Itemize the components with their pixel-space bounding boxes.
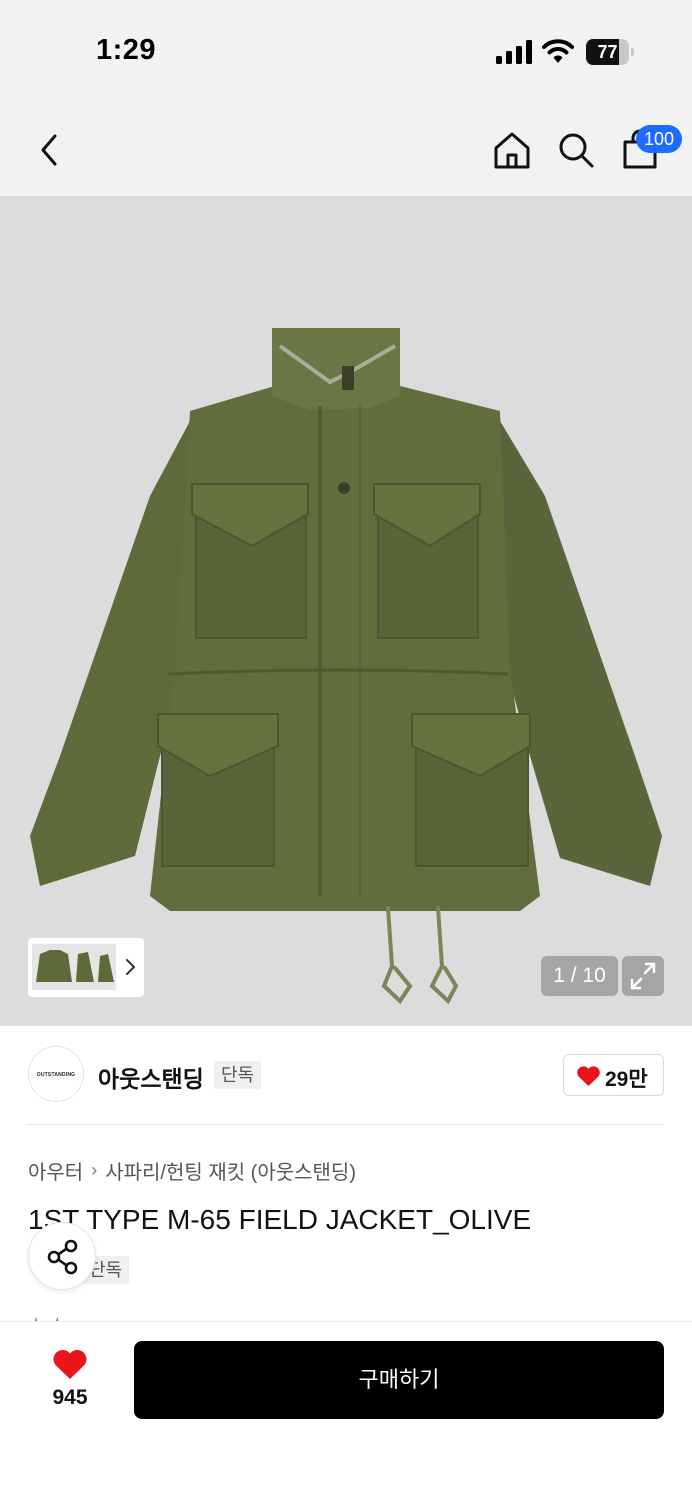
- battery-body: 77: [586, 39, 629, 65]
- chevron-right-icon[interactable]: [124, 958, 136, 976]
- cart-count-badge: 100: [636, 125, 683, 153]
- brand-like-button[interactable]: 29만: [563, 1054, 664, 1096]
- breadcrumb: 아우터 › 사파리/헌팅 재킷 (아웃스탠딩): [28, 1155, 356, 1185]
- product-image-gallery[interactable]: 1 / 10: [0, 196, 692, 1026]
- thumbnail-jacket-image: [98, 954, 114, 982]
- thumbnail-strip[interactable]: [28, 938, 144, 997]
- status-time: 1:29: [96, 34, 157, 66]
- search-icon[interactable]: [556, 130, 596, 170]
- product-image: [0, 196, 692, 1026]
- image-counter: 1 / 10: [541, 956, 618, 996]
- expand-icon: [630, 962, 656, 990]
- brand-logo[interactable]: OUTSTANDING: [28, 1046, 84, 1102]
- brand-like-count: 29만: [605, 1068, 648, 1091]
- battery-indicator: 77: [586, 39, 634, 65]
- breadcrumb-separator: ›: [91, 1159, 98, 1180]
- share-icon: [47, 1239, 78, 1275]
- thumbnail-jacket-image: [36, 950, 72, 982]
- wishlist-count: 945: [52, 1386, 88, 1409]
- battery-level: 77: [597, 42, 618, 62]
- product-title: 1ST TYPE M-65 FIELD JACKET_OLIVE: [28, 1204, 532, 1235]
- thumbnail-image[interactable]: [32, 944, 76, 990]
- heart-icon: [577, 1066, 600, 1086]
- thumbnail-image[interactable]: [96, 944, 116, 990]
- battery-cap: [631, 48, 634, 56]
- breadcrumb-subcategory[interactable]: 사파리/헌팅 재킷 (아웃스탠딩): [105, 1156, 356, 1185]
- breadcrumb-category[interactable]: 아우터: [28, 1156, 83, 1185]
- share-button[interactable]: [28, 1222, 96, 1290]
- wishlist-heart-icon[interactable]: [52, 1348, 88, 1380]
- signal-icon: [496, 40, 532, 64]
- thumbnail-image[interactable]: [74, 944, 96, 990]
- brand-name[interactable]: 아웃스탠딩: [98, 1060, 204, 1094]
- home-icon[interactable]: [492, 130, 532, 170]
- thumbnail-jacket-image: [76, 952, 94, 982]
- back-icon[interactable]: [36, 132, 62, 168]
- expand-button[interactable]: [622, 956, 664, 996]
- brand-exclusive-tag: 단독: [214, 1061, 262, 1089]
- wifi-icon: [542, 39, 574, 63]
- divider: [28, 1124, 664, 1125]
- buy-button[interactable]: 구매하기: [134, 1341, 664, 1419]
